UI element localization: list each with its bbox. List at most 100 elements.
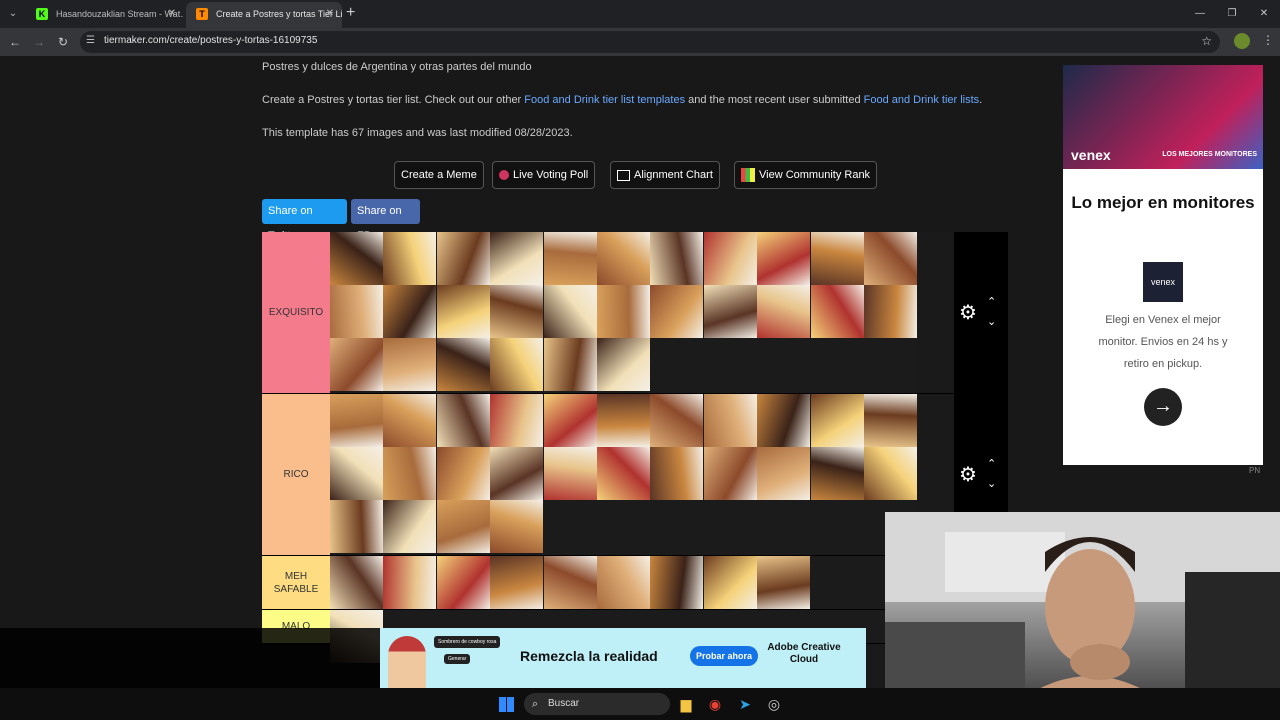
dessert-image[interactable]	[436, 232, 490, 285]
create-meme-button[interactable]: Create a Meme	[394, 161, 484, 189]
dessert-image[interactable]	[757, 285, 811, 338]
gear-icon[interactable]: ⚙	[959, 465, 979, 485]
chevron-down-icon[interactable]: ⌄	[987, 477, 996, 490]
ad-cta-button[interactable]: Probar ahora	[690, 646, 759, 666]
tier-label[interactable]: RICO	[262, 394, 330, 555]
dessert-image[interactable]	[330, 447, 383, 500]
dessert-image[interactable]	[383, 394, 437, 447]
chrome-icon[interactable]: ◉	[706, 695, 724, 713]
taskbar-search[interactable]: ⌕ Buscar	[524, 693, 670, 715]
dessert-image[interactable]	[436, 285, 490, 338]
tier-label[interactable]: EXQUISITO	[262, 232, 330, 393]
dessert-image[interactable]	[650, 556, 704, 609]
tab-tiermaker[interactable]: T Create a Postres y tortas Tier Li… ✕	[186, 2, 342, 28]
dessert-image[interactable]	[330, 285, 383, 338]
dessert-image[interactable]	[810, 285, 864, 338]
dessert-image[interactable]	[330, 500, 383, 553]
dessert-image[interactable]	[490, 394, 544, 447]
dessert-image[interactable]	[543, 394, 597, 447]
restore-icon[interactable]: ❐	[1216, 0, 1248, 28]
dessert-image[interactable]	[597, 285, 650, 338]
dessert-image[interactable]	[864, 394, 917, 447]
dessert-image[interactable]	[650, 232, 704, 285]
dessert-image[interactable]	[490, 285, 544, 338]
dessert-image[interactable]	[383, 232, 437, 285]
dessert-image[interactable]	[597, 447, 650, 500]
dessert-image[interactable]	[703, 556, 757, 609]
dessert-image[interactable]	[490, 232, 544, 285]
dessert-image[interactable]	[383, 285, 437, 338]
close-icon[interactable]: ✕	[168, 2, 176, 26]
folder-icon[interactable]: ▆	[677, 695, 695, 713]
dessert-image[interactable]	[436, 556, 490, 609]
dessert-image[interactable]	[543, 232, 597, 285]
dessert-image[interactable]	[490, 447, 544, 500]
dessert-image[interactable]	[703, 285, 757, 338]
dessert-image[interactable]	[650, 447, 704, 500]
obs-icon[interactable]: ◎	[765, 695, 783, 713]
bookmark-star-icon[interactable]: ☆	[1201, 34, 1212, 48]
profile-avatar[interactable]	[1234, 33, 1250, 49]
dessert-image[interactable]	[650, 285, 704, 338]
community-rank-button[interactable]: View Community Rank	[734, 161, 878, 189]
dessert-image[interactable]	[330, 232, 383, 285]
dessert-image[interactable]	[703, 232, 757, 285]
new-tab-button[interactable]: +	[346, 4, 355, 22]
tab-search-icon[interactable]: ⌄	[4, 5, 22, 23]
minimize-icon[interactable]: —	[1184, 0, 1216, 28]
dessert-image[interactable]	[543, 447, 597, 500]
live-voting-button[interactable]: Live Voting Poll	[492, 161, 596, 189]
dessert-image[interactable]	[436, 447, 490, 500]
gear-icon[interactable]: ⚙	[959, 303, 979, 323]
close-window-icon[interactable]: ✕	[1248, 0, 1280, 28]
dessert-image[interactable]	[810, 394, 864, 447]
dessert-image[interactable]	[597, 394, 650, 447]
dessert-image[interactable]	[597, 232, 650, 285]
dessert-image[interactable]	[864, 285, 917, 338]
dessert-image[interactable]	[597, 556, 650, 609]
dessert-image[interactable]	[703, 447, 757, 500]
dessert-image[interactable]	[543, 338, 597, 391]
tab-stream[interactable]: K Hasandouzaklian Stream - Wat… ✕	[26, 2, 184, 28]
dessert-image[interactable]	[757, 556, 811, 609]
arrow-right-icon[interactable]: →	[1144, 388, 1182, 426]
dessert-image[interactable]	[436, 338, 490, 391]
dessert-image[interactable]	[543, 285, 597, 338]
menu-icon[interactable]: ⋮	[1262, 33, 1274, 47]
dessert-image[interactable]	[543, 556, 597, 609]
dessert-image[interactable]	[757, 394, 811, 447]
dessert-image[interactable]	[383, 500, 437, 553]
windows-start-icon[interactable]	[499, 697, 514, 712]
back-icon[interactable]: ←	[6, 33, 24, 51]
dessert-image[interactable]	[436, 500, 490, 553]
dessert-image[interactable]	[650, 394, 704, 447]
dessert-image[interactable]	[490, 500, 544, 553]
food-templates-link[interactable]: Food and Drink tier list templates	[524, 94, 685, 106]
dessert-image[interactable]	[490, 556, 544, 609]
share-fb-button[interactable]: Share on FB	[351, 199, 420, 242]
dessert-image[interactable]	[810, 232, 864, 285]
chevron-down-icon[interactable]: ⌄	[987, 315, 996, 328]
dessert-image[interactable]	[330, 394, 383, 447]
dessert-image[interactable]	[490, 338, 544, 391]
food-tierlists-link[interactable]: Food and Drink tier lists	[864, 94, 980, 106]
bottom-advertisement[interactable]: Sombrero de cowboy rosa Generar Remezcla…	[380, 628, 866, 688]
dessert-image[interactable]	[597, 338, 650, 391]
dessert-image[interactable]	[383, 338, 437, 391]
dessert-image[interactable]	[757, 447, 811, 500]
forward-icon[interactable]: →	[30, 33, 48, 51]
chevron-up-icon[interactable]: ⌃	[987, 457, 996, 470]
alignment-chart-button[interactable]: Alignment Chart	[610, 161, 720, 189]
share-twitter-button[interactable]: Share on Twitter	[262, 199, 347, 242]
tier-label[interactable]: MEH SAFABLE	[262, 556, 330, 609]
dessert-image[interactable]	[864, 447, 917, 500]
reload-icon[interactable]: ↻	[54, 33, 72, 51]
site-info-icon[interactable]: ☰	[86, 35, 95, 46]
dessert-image[interactable]	[436, 394, 490, 447]
dessert-image[interactable]	[864, 232, 917, 285]
side-advertisement[interactable]: venex LOS MEJORES MONITORES Lo mejor en …	[1063, 65, 1263, 465]
dessert-image[interactable]	[703, 394, 757, 447]
telegram-icon[interactable]: ➤	[736, 695, 754, 713]
dessert-image[interactable]	[383, 556, 437, 609]
address-bar[interactable]: ☰ tiermaker.com/create/postres-y-tortas-…	[80, 31, 1220, 53]
